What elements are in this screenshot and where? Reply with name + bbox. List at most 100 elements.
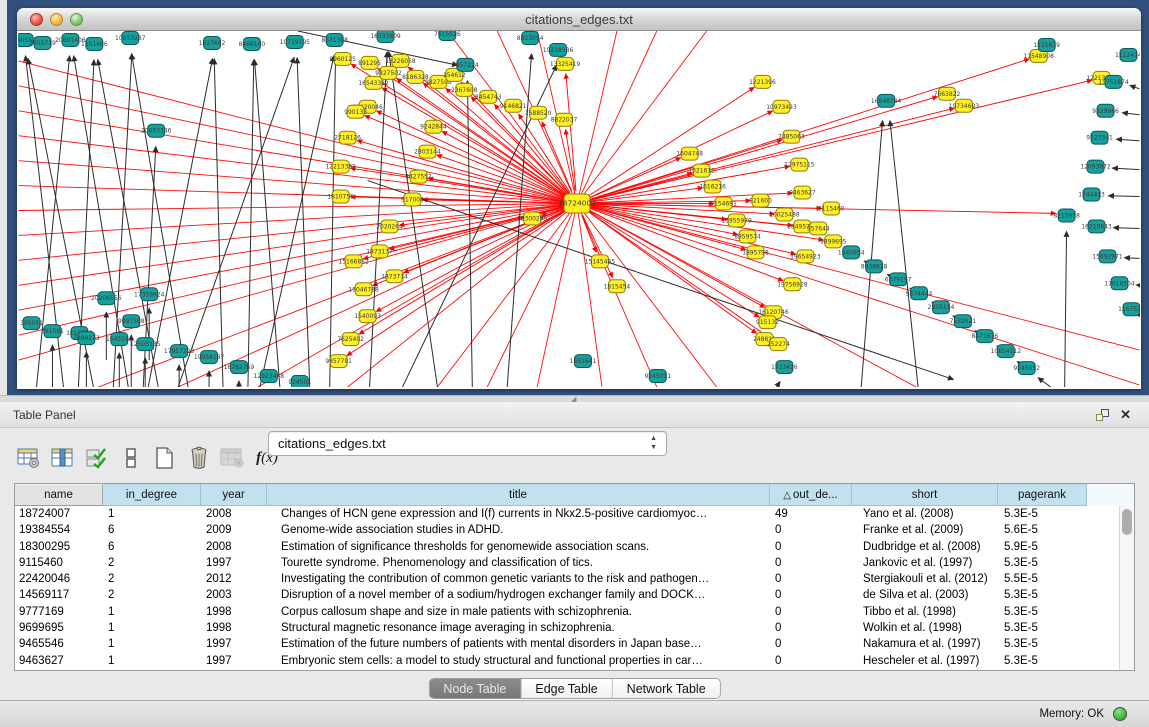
graph-node[interactable]: 16033809 [370,31,401,42]
graph-node[interactable]: 10025488 [769,208,800,221]
table-settings-icon[interactable] [14,443,44,473]
column-select-icon[interactable] [48,443,78,473]
column-header-in_degree[interactable]: in_degree [103,484,201,506]
graph-node[interactable]: 9146821 [500,99,527,112]
graph-node[interactable]: 1112414 [1115,48,1140,61]
graph-node[interactable]: 9245011 [644,370,671,383]
graph-node[interactable]: 252274 [767,338,790,351]
column-header-year[interactable]: year [201,484,267,506]
graph-node[interactable]: 10653287 [115,31,146,44]
graph-node[interactable]: 8215958 [1053,209,1080,222]
graph-node[interactable]: 1640954 [838,246,865,259]
graph-node[interactable]: 15145485 [585,255,616,268]
column-header-short[interactable]: short [852,484,998,506]
row-select-icon[interactable] [82,443,112,473]
graph-node[interactable]: 921600 [749,194,772,207]
memory-ok-indicator[interactable] [1113,707,1127,721]
graph-node[interactable]: 2367608 [451,83,478,96]
graph-node[interactable]: 957644 [807,222,830,235]
graph-node[interactable]: 9245652 [1013,362,1040,375]
graph-node[interactable]: 8822037 [551,113,578,126]
graph-node[interactable]: 20206556 [91,292,122,305]
graph-node[interactable]: 19218586 [543,43,574,56]
graph-node[interactable]: 16648784 [871,94,902,107]
table-row[interactable]: 969969511998Structural magnetic resonanc… [15,620,1119,636]
graph-node[interactable]: 1588520 [525,106,552,119]
graph-node[interactable]: 1167533 [1118,303,1140,316]
graph-node[interactable]: 1815454 [604,280,631,293]
close-panel-icon[interactable]: ✕ [1120,407,1131,423]
graph-node[interactable]: 915132 [756,316,779,329]
graph-node[interactable]: 15166852 [338,255,369,268]
graph-node[interactable]: 17359924 [134,288,165,301]
table-row[interactable]: 1872400712008Changes of HCN gene express… [15,506,1119,522]
graph-node[interactable]: 395051 [20,317,43,330]
delete-table-icon[interactable] [184,443,214,473]
graph-node[interactable]: 9463627 [789,186,816,199]
graph-node[interactable]: 16955979 [721,214,752,227]
graph-node[interactable]: 2803144 [414,145,441,158]
new-table-icon[interactable] [150,443,180,473]
graph-node[interactable]: 13325419 [550,57,581,70]
merge-rows-icon[interactable] [116,443,146,473]
graph-node[interactable]: 9227341 [1086,131,1113,144]
graph-node[interactable]: 9857791 [325,355,352,368]
graph-node[interactable]: 9474444 [906,287,933,300]
graph-node[interactable]: 9115460 [818,202,845,215]
column-header-pagerank[interactable]: pagerank [998,484,1087,506]
column-header-title[interactable]: title [267,484,770,506]
graph-node[interactable]: 7615526 [434,31,461,40]
graph-node[interactable]: 917004 [401,193,424,206]
graph-node[interactable]: 7663822 [934,87,961,100]
graph-node[interactable]: 1321612 [688,164,715,177]
graph-node[interactable]: 16782759 [224,361,255,374]
graph-node[interactable]: 1810755 [327,190,354,203]
graph-node[interactable]: 9329966 [1092,104,1119,117]
float-panel-icon[interactable] [1096,409,1109,421]
table-row[interactable]: 2242004622012Investigating the contribut… [15,571,1119,587]
graph-node[interactable]: 391591 [41,325,64,338]
graph-node[interactable]: 18226058 [385,54,416,67]
graph-node[interactable]: 12093872 [1080,160,1111,173]
graph-node[interactable]: 19958187 [194,351,225,364]
graph-node[interactable]: 9154691 [710,197,737,210]
graph-node[interactable]: 1616216 [699,180,726,193]
network-canvas[interactable]: 9960125891295182260589827502818632898275… [18,31,1140,387]
column-header-name[interactable]: name [15,484,103,506]
graph-node[interactable]: 8671388 [321,33,348,46]
graph-node[interactable]: 19734693 [949,99,980,112]
table-row[interactable]: 911546021997Tourette syndrome. Phenomeno… [15,555,1119,571]
graph-node[interactable]: 7625402 [337,333,364,346]
table-vertical-scrollbar[interactable] [1119,506,1134,670]
scrollbar-thumb[interactable] [1122,509,1132,535]
graph-node[interactable]: 990133 [344,105,367,118]
graph-node[interactable]: 1244413 [1078,188,1105,201]
graph-node[interactable]: 1527602 [199,36,226,49]
graph-node[interactable]: 19756928 [777,278,808,291]
graph-node[interactable]: 9899695 [820,235,847,248]
graph-node[interactable]: 17957223 [164,345,195,358]
tab-network-table[interactable]: Network Table [613,679,720,698]
graph-node[interactable]: 1651641 [570,355,597,368]
graph-node[interactable]: 924501 [288,376,311,387]
table-row[interactable]: 946554611997Estimation of the future num… [15,636,1119,652]
graph-node[interactable]: 9242844 [420,120,447,133]
table-row[interactable]: 1456911722003Disruption of a novel membe… [15,587,1119,603]
graph-node[interactable]: 10719195 [280,35,311,48]
graph-node[interactable]: 10654112 [991,345,1022,358]
column-header-out_de[interactable]: △out_de... [770,484,852,506]
table-row[interactable]: 977716911998Corpus callosum shape and si… [15,604,1119,620]
table-row[interactable]: 1938455462009Genome-wide association stu… [15,522,1119,538]
graph-node[interactable]: 16210643 [1081,220,1112,233]
graph-node[interactable]: 1540093 [354,310,381,323]
table-row[interactable]: 946362711997Embryonic stem cells: a mode… [15,653,1119,669]
table-row[interactable]: 1830029562008Estimation of significance … [15,539,1119,555]
panel-splitter[interactable]: ◢ [0,395,1149,402]
graph-node[interactable]: 1733426 [771,361,798,374]
table-selector-dropdown[interactable]: citations_edges.txt ▲▼ [268,431,667,456]
graph-node[interactable]: 19654923 [790,250,821,263]
tab-node-table[interactable]: Node Table [429,679,521,698]
graph-node[interactable]: 12975115 [784,158,815,171]
graph-node[interactable]: 9960125 [329,52,356,65]
window-titlebar[interactable]: citations_edges.txt [17,8,1141,31]
